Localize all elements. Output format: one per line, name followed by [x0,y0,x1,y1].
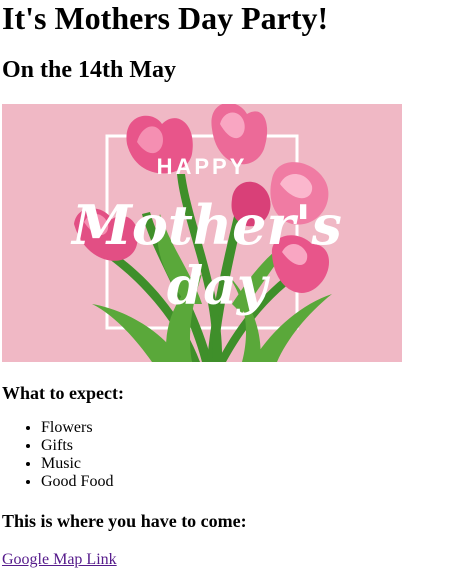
banner-mothers-text: Mother's [70,193,342,257]
what-to-expect-heading: What to expect: [2,383,124,403]
list-item: Music [41,455,452,473]
page-content: It's Mothers Day Party! On the 14th May [0,0,454,570]
map-link-container: Google Map Link [2,550,452,570]
event-date-heading: On the 14th May [2,57,176,83]
mothers-day-banner-image: HAPPY Mother's day [2,104,402,362]
page-title: It's Mothers Day Party! [2,0,329,36]
expect-list: Flowers Gifts Music Good Food [2,419,452,491]
banner-day-text: day [167,256,271,317]
list-item: Gifts [41,437,452,455]
tulip-bouquet-illustration: HAPPY Mother's day [70,104,342,362]
list-item: Flowers [41,419,452,437]
list-item: Good Food [41,473,452,491]
google-map-link[interactable]: Google Map Link [2,551,117,568]
location-heading: This is where you have to come: [2,511,247,531]
banner-happy-text: HAPPY [157,154,248,179]
